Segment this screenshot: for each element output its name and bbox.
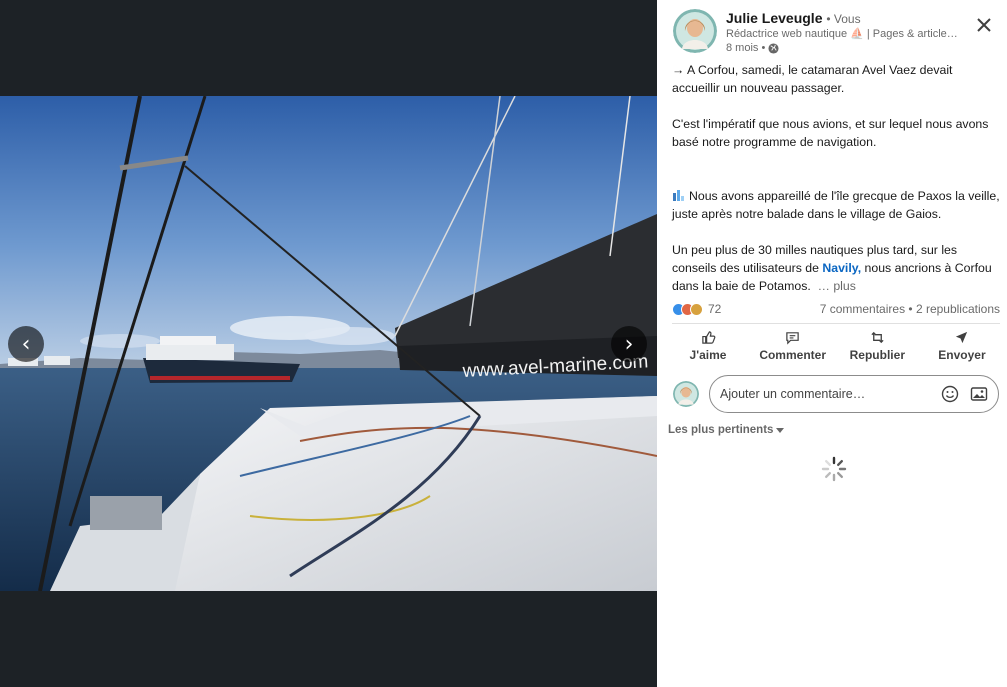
post-body: → A Corfou, samedi, le catamaran Avel Va… [672,61,1000,295]
reaction-count[interactable]: 72 [708,302,721,316]
sort-label: Les plus pertinents [668,424,774,436]
comment-icon [786,332,799,345]
navily-link[interactable]: Navily, [822,261,861,275]
next-image-button[interactable]: › [611,326,647,362]
close-icon [977,18,991,32]
post-paragraph: Nous avons appareillé de l'île grecque d… [672,187,1000,223]
repost-button[interactable]: Republier [836,330,918,366]
send-icon [956,331,968,344]
support-reaction-icon [690,302,703,316]
action-bar: J'aime Commenter Republier Envoyer [667,330,1003,366]
comment-composer: Ajouter un commentaire… [673,375,999,413]
repost-label: Republier [849,348,905,362]
comment-button[interactable]: Commenter [752,330,834,366]
current-user-avatar [673,381,699,407]
comments-reposts-count[interactable]: 7 commentaires • 2 republications [820,302,1000,316]
media-viewer: www.avel-marine.com ‹ › [0,0,657,687]
caret-down-icon [776,427,785,433]
post-paragraph: → A Corfou, samedi, le catamaran Avel Va… [672,63,953,95]
chevron-right-icon: › [624,331,634,357]
send-button[interactable]: Envoyer [921,330,1003,366]
like-label: J'aime [689,348,727,362]
divider [672,323,1000,324]
previous-image-button[interactable]: ‹ [8,326,44,362]
author-header: Julie Leveugle • Vous Rédactrice web nau… [673,9,958,55]
author-headline: Rédactrice web nautique ⛵ | Pages & arti… [726,28,958,40]
loading-spinner-icon [820,455,848,483]
comment-label: Commenter [759,348,826,362]
chevron-left-icon: ‹ [21,331,31,357]
see-more-button[interactable]: … plus [818,279,856,293]
thumbs-up-icon [701,331,715,344]
author-name[interactable]: Julie Leveugle [726,10,822,26]
comment-sort-dropdown[interactable]: Les plus pertinents [668,424,785,436]
like-button[interactable]: J'aime [667,330,749,366]
repost-icon [871,331,884,344]
reactions-summary[interactable]: 72 [672,302,721,316]
comment-placeholder: Ajouter un commentaire… [720,387,866,401]
chart-emoji-icon [672,188,685,201]
post-timestamp: 8 mois • [726,42,766,54]
send-label: Envoyer [938,348,986,362]
close-button[interactable] [971,12,997,38]
comment-input[interactable]: Ajouter un commentaire… [709,375,999,413]
post-paragraph-text: Nous avons appareillé de l'île grecque d… [672,189,1000,221]
social-counts: 72 7 commentaires • 2 republications [672,300,1000,318]
image-icon[interactable] [969,384,989,404]
post-photo: www.avel-marine.com [0,96,657,591]
post-paragraph: Un peu plus de 30 milles nautiques plus … [672,241,1000,295]
emoji-icon[interactable] [940,384,960,404]
post-detail-panel: Julie Leveugle • Vous Rédactrice web nau… [657,0,1007,687]
globe-icon [768,42,779,54]
author-you-label: • Vous [826,12,861,26]
author-avatar[interactable] [673,9,717,53]
post-paragraph: C'est l'impératif que nous avions, et su… [672,117,989,149]
